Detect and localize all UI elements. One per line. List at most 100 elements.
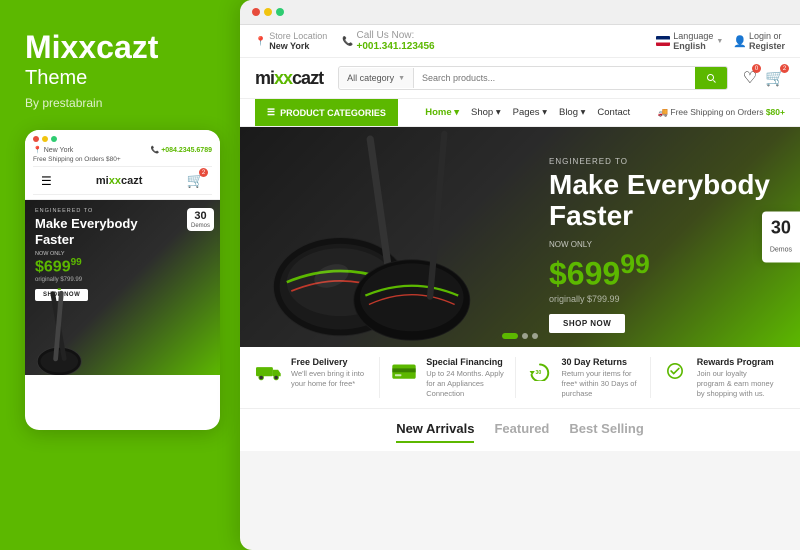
phone-icon: 📞 (150, 146, 159, 154)
menu-icon: ☰ (267, 107, 275, 118)
hero-dot-1[interactable] (502, 333, 518, 339)
brand-by: By prestabrain (25, 96, 215, 110)
login-register[interactable]: 👤 Login or Register (733, 31, 785, 51)
hero-dot-3[interactable] (532, 333, 538, 339)
browser-dot-green (276, 8, 284, 16)
rewards-icon (661, 357, 689, 385)
mobile-top-bar: 📍 New York 📞 +084.2345.6789 Free Shippin… (25, 130, 220, 200)
site-top-bar: 📍 Store Location New York 📞 Call Us Now:… (240, 25, 800, 58)
mobile-location-text: New York (44, 147, 74, 154)
brand-title: Mixxcazt (25, 30, 215, 65)
search-icon (705, 72, 717, 84)
chevron-down-icon: ▼ (398, 75, 405, 82)
mobile-dot-red (33, 136, 39, 142)
hero-badge-number: 30 (770, 218, 792, 239)
mobile-info-row: 📍 New York 📞 +084.2345.6789 (33, 146, 212, 154)
svg-text:30: 30 (535, 370, 541, 376)
return-icon: 30 (526, 357, 554, 385)
hero-badge: 30 Demos (762, 212, 800, 263)
chevron-down-icon: ▼ (716, 38, 723, 45)
left-panel: Mixxcazt Theme By prestabrain 📍 New York… (0, 0, 240, 550)
feature-rewards: Rewards Program Join our loyalty program… (651, 357, 785, 398)
mobile-golf-club-illustration (35, 275, 115, 375)
mobile-badge-label: Demos (191, 223, 210, 229)
search-icons: ♡ 0 🛒 2 (743, 68, 785, 88)
hero-golf-club-illustration (260, 127, 510, 347)
cart-icon[interactable]: 🛒 2 (765, 68, 785, 88)
hero-content: ENGINEERED TO Make Everybody Faster NOW … (549, 157, 770, 333)
mobile-shipping: Free Shipping on Orders $80+ (33, 154, 212, 167)
tab-best-selling[interactable]: Best Selling (569, 421, 643, 443)
top-bar-left: 📍 Store Location New York 📞 Call Us Now:… (255, 30, 435, 52)
mobile-badge-number: 30 (191, 210, 210, 222)
browser-dot-red (252, 8, 260, 16)
feature-rewards-text: Rewards Program Join our loyalty program… (697, 357, 775, 398)
nav-links: Home ▾ Shop ▾ Pages ▾ Blog ▾ Contact (425, 99, 630, 126)
feature-delivery-text: Free Delivery We'll even bring it into y… (291, 357, 369, 389)
mobile-mockup: 📍 New York 📞 +084.2345.6789 Free Shippin… (25, 130, 220, 430)
mobile-hero-price: $69999 (35, 257, 210, 276)
nav-link-blog[interactable]: Blog ▾ (559, 107, 585, 118)
hero-price: $69999 (549, 249, 770, 293)
tabs-row: New Arrivals Featured Best Selling (255, 421, 785, 443)
top-phone: 📞 Call Us Now: +001.341.123456 (342, 30, 434, 52)
mobile-hero: 30 Demos ENGINEERED TO Make Everybody Fa… (25, 200, 220, 375)
nav-link-shop[interactable]: Shop ▾ (471, 107, 501, 118)
truck-icon (255, 357, 283, 385)
hero-engineered-label: ENGINEERED TO (549, 157, 770, 166)
feature-financing: Special Financing Up to 24 Months. Apply… (380, 357, 515, 398)
feature-free-delivery: Free Delivery We'll even bring it into y… (255, 357, 380, 398)
hero-price-label: NOW ONLY (549, 240, 770, 249)
mobile-phone: 📞 +084.2345.6789 (150, 146, 212, 154)
nav-link-home[interactable]: Home ▾ (425, 107, 459, 118)
category-label: All category (347, 73, 394, 83)
user-icon: 👤 (733, 35, 747, 48)
hero-shop-now-button[interactable]: SHOP NOW (549, 314, 625, 333)
mobile-hero-engineered: ENGINEERED TO (35, 208, 210, 214)
wishlist-icon[interactable]: ♡ 0 (743, 68, 757, 88)
mobile-dot-yellow (42, 136, 48, 142)
browser-dot-yellow (264, 8, 272, 16)
hero-section: ENGINEERED TO Make Everybody Faster NOW … (240, 127, 800, 347)
category-dropdown[interactable]: All category ▼ (339, 68, 414, 88)
browser-dots (252, 8, 788, 16)
tab-new-arrivals[interactable]: New Arrivals (396, 421, 474, 443)
site-logo: mixxcazt (255, 68, 323, 89)
feature-financing-text: Special Financing Up to 24 Months. Apply… (426, 357, 504, 398)
browser-chrome (240, 0, 800, 25)
hero-badge-label: Demos (770, 247, 792, 254)
mobile-cart-icon[interactable]: 🛒 2 (187, 172, 204, 189)
search-area: All category ▼ (338, 66, 728, 90)
mobile-phone-number: +084.2345.6789 (161, 147, 212, 154)
nav-link-contact[interactable]: Contact (597, 107, 630, 118)
phone-handset-icon: 📞 (342, 36, 353, 47)
mobile-logo: mixxcazt (96, 175, 143, 187)
mobile-browser-dots (33, 136, 212, 142)
brand-subtitle: Theme (25, 67, 215, 90)
hamburger-icon[interactable]: ☰ (41, 174, 52, 188)
nav-bar: ☰ Product Categories Home ▾ Shop ▾ Pages… (240, 99, 800, 127)
location-icon: 📍 (33, 146, 42, 154)
tab-featured[interactable]: Featured (494, 421, 549, 443)
feature-returns: 30 30 Day Returns Return your items for … (516, 357, 651, 398)
feature-returns-text: 30 Day Returns Return your items for fre… (562, 357, 640, 398)
search-bar-row: mixxcazt All category ▼ ♡ 0 🛒 2 (240, 58, 800, 99)
mobile-nav-row: ☰ mixxcazt 🛒 2 (33, 167, 212, 195)
top-location: 📍 Store Location New York (255, 31, 327, 51)
product-categories-button[interactable]: ☰ Product Categories (255, 99, 398, 126)
mobile-hero-badge: 30 Demos (187, 208, 214, 231)
hero-slide-dots (502, 333, 538, 339)
language-selector[interactable]: Language English ▼ (656, 31, 723, 51)
search-button[interactable] (695, 67, 727, 89)
hero-price-original: originally $799.99 (549, 294, 770, 304)
search-input[interactable] (414, 68, 695, 88)
credit-card-icon (390, 357, 418, 385)
nav-free-shipping: 🚚 Free Shipping on Orders $80+ (657, 107, 785, 118)
location-pin-icon: 📍 (255, 36, 266, 47)
hero-dot-2[interactable] (522, 333, 528, 339)
nav-link-pages[interactable]: Pages ▾ (513, 107, 547, 118)
hero-headline: Make Everybody Faster (549, 170, 770, 232)
right-panel: 📍 Store Location New York 📞 Call Us Now:… (240, 0, 800, 550)
features-bar: Free Delivery We'll even bring it into y… (240, 347, 800, 409)
mobile-dot-green (51, 136, 57, 142)
